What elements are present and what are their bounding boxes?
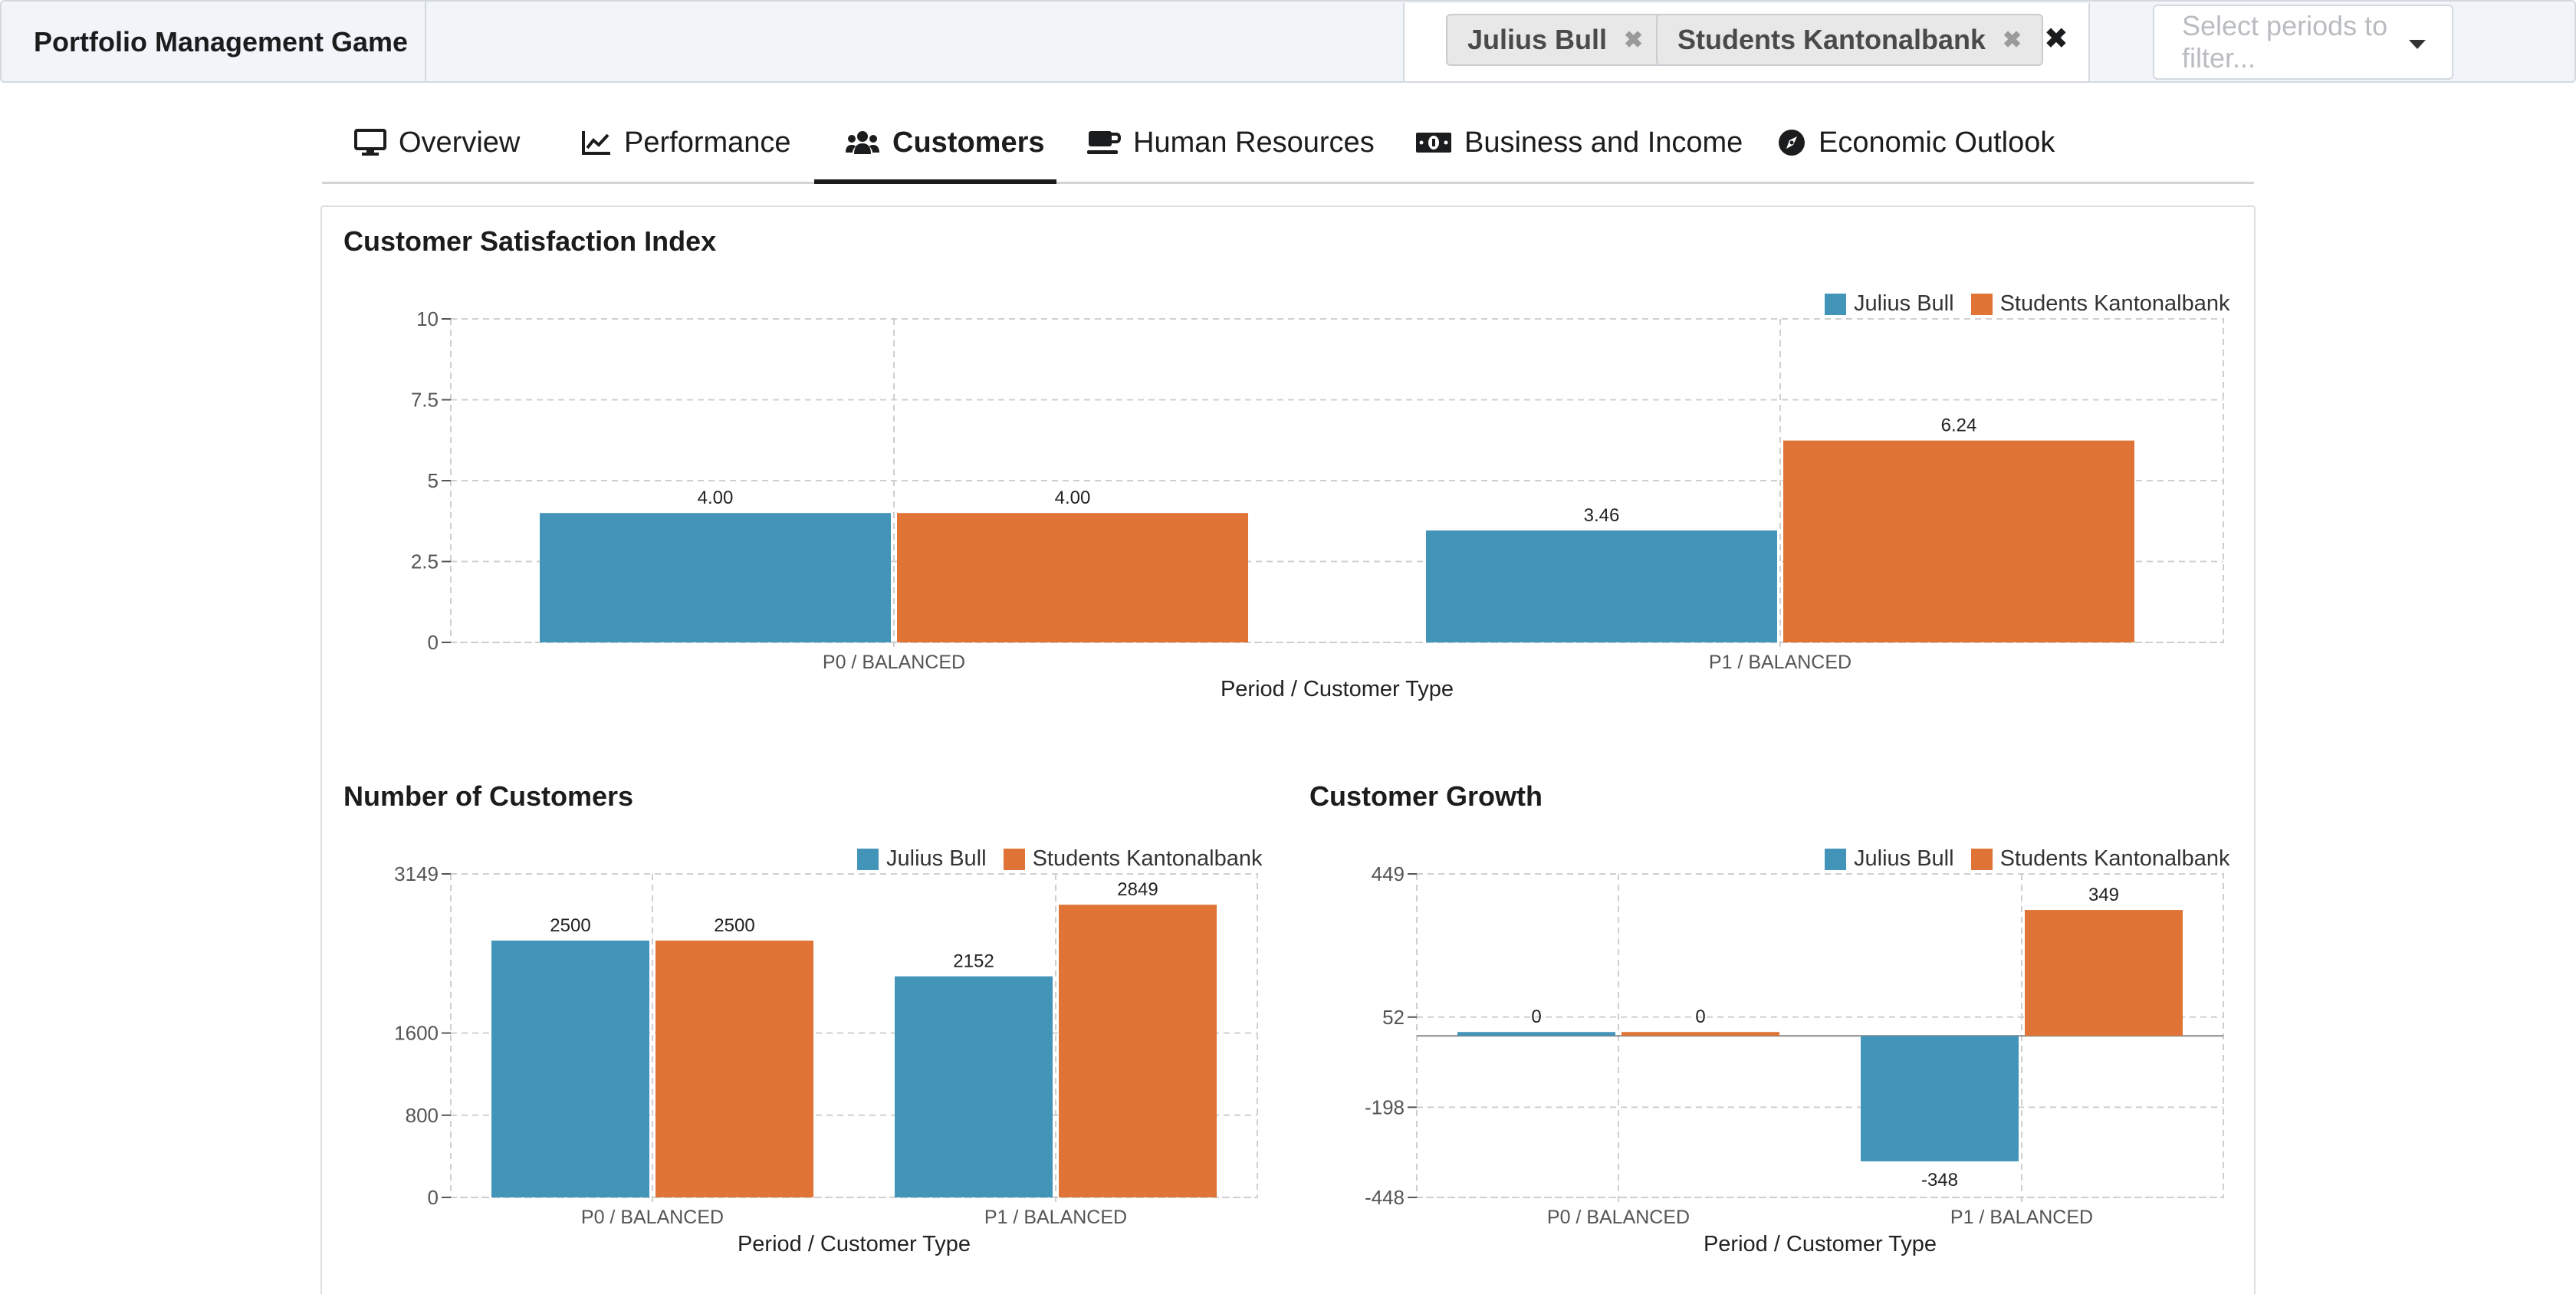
y-tick-label: -198 (1365, 1095, 1405, 1118)
bar (1457, 1032, 1615, 1036)
bar (1622, 1032, 1779, 1036)
y-tick-label: 449 (1372, 862, 1405, 885)
bar (2025, 910, 2183, 1036)
bar-value-label: 349 (2088, 885, 2119, 905)
x-tick-label: P0 / BALANCED (1547, 1207, 1690, 1228)
bar-value-label: 0 (1531, 1007, 1541, 1027)
bar-value-label: 0 (1695, 1007, 1705, 1027)
bar-value-label: -348 (1921, 1170, 1958, 1191)
y-tick-label: -448 (1365, 1186, 1405, 1209)
x-axis-title: Period / Customer Type (1704, 1232, 1937, 1256)
y-tick-label: 52 (1382, 1006, 1405, 1029)
x-tick-label: P1 / BALANCED (1950, 1207, 2093, 1228)
bar (1861, 1036, 2019, 1161)
chart-growth: -448 -198 52 449 P0 / BALANCED P1 / BALANCED 0… (1365, 862, 2224, 1256)
